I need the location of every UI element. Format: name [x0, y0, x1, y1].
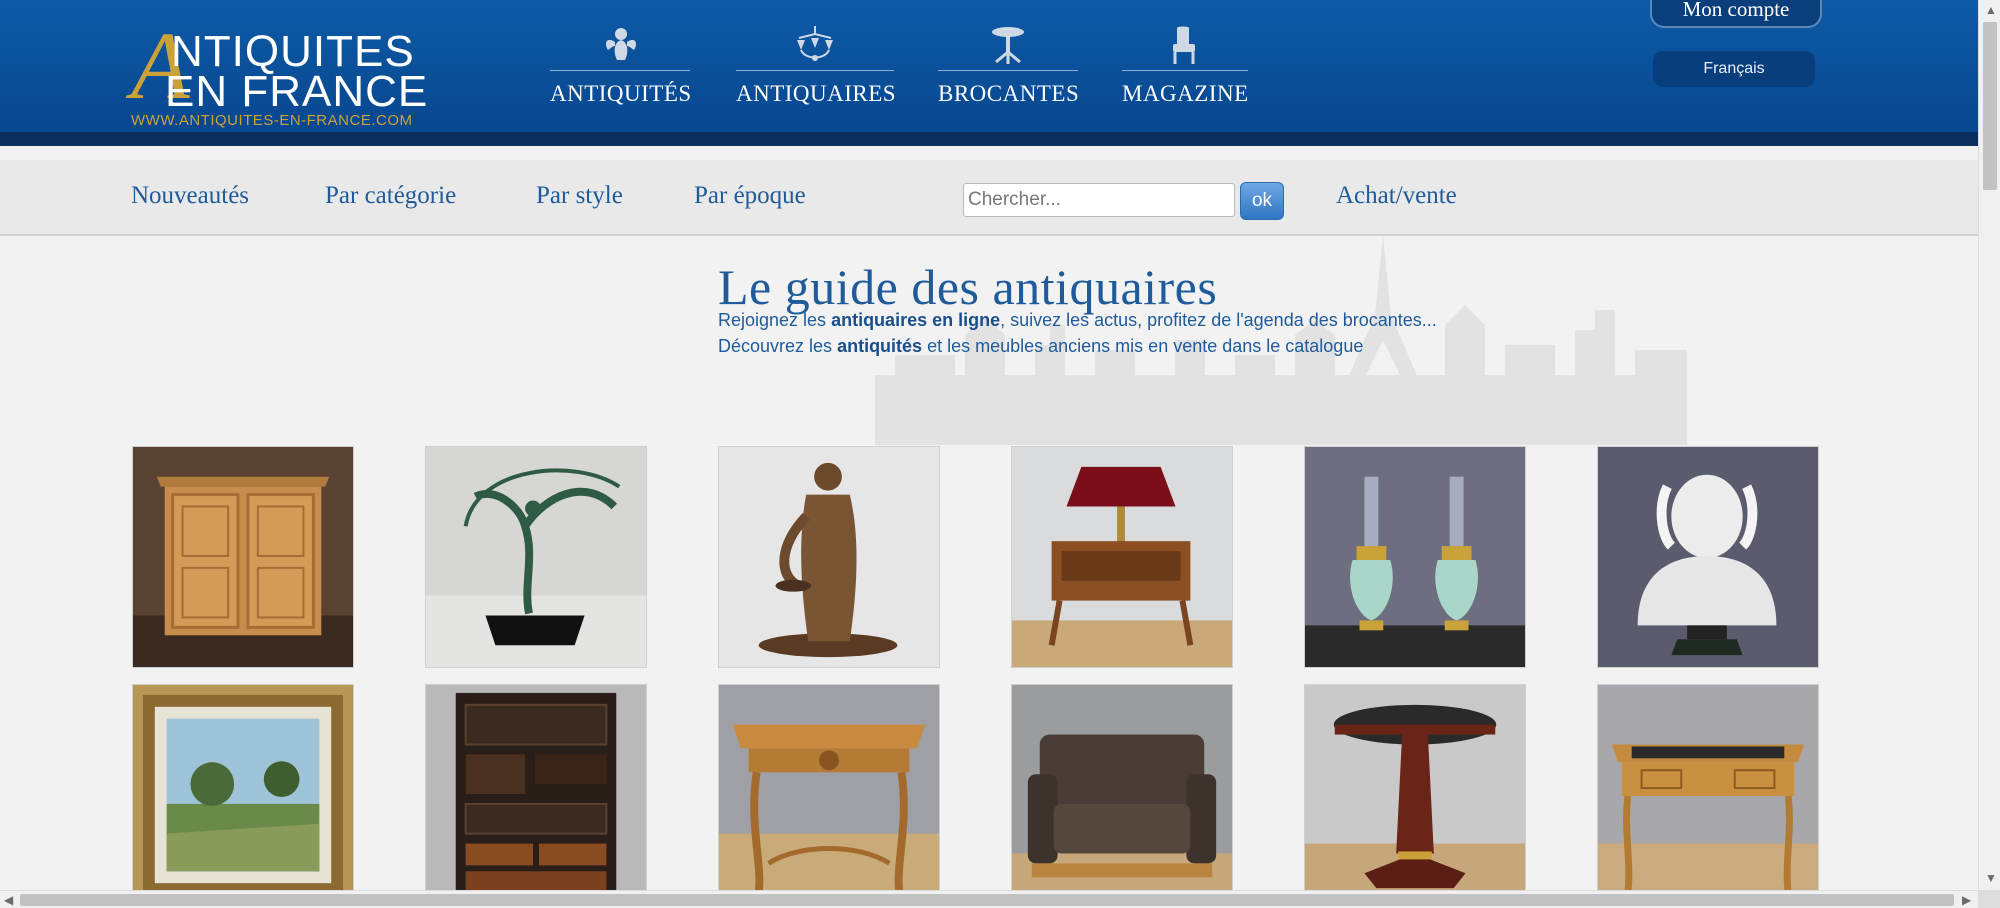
site-header: A NTIQUITES EN FRANCE WWW.ANTIQUITES-EN-… [0, 0, 1978, 146]
hero-intro-line-1: Rejoignez les antiquaires en ligne, suiv… [718, 310, 1437, 330]
vertical-scrollbar[interactable]: ▲ ▼ [1978, 0, 2000, 890]
page-title: Le guide des antiquaires [718, 259, 1218, 315]
oil-lamps-image [1305, 447, 1525, 667]
sofa-image [1012, 685, 1232, 905]
hero-intro-line-2: Découvrez les antiquités et les meubles … [718, 336, 1364, 356]
nav-antiquaires[interactable]: ANTIQUAIRES [736, 24, 897, 114]
cherub-icon [606, 28, 636, 60]
product-tile-leather-sofa[interactable] [1011, 684, 1233, 906]
link-par-categorie[interactable]: Par catégorie [325, 182, 456, 210]
painting-image [133, 685, 353, 905]
armoire-image [133, 447, 353, 667]
side-table-image [719, 685, 939, 905]
nav-label: ANTIQUAIRES [736, 81, 897, 106]
logo-url: WWW.ANTIQUITES-EN-FRANCE.COM [131, 112, 413, 129]
link-antiquaires-en-ligne[interactable]: antiquaires en ligne [831, 310, 1000, 330]
dancer-statue-image [426, 447, 646, 667]
product-tile-landscape-painting[interactable] [132, 684, 354, 906]
search-button[interactable]: ok [1240, 182, 1284, 220]
site-logo[interactable]: A NTIQUITES EN FRANCE WWW.ANTIQUITES-EN-… [131, 18, 451, 132]
cabinet-image [426, 685, 646, 905]
link-achat-vente[interactable]: Achat/vente [1336, 182, 1457, 210]
marble-bust-image [1598, 447, 1818, 667]
writing-desk-image [1598, 685, 1818, 905]
product-tile-wooden-armoire[interactable] [132, 446, 354, 668]
product-tile-lacquer-cabinet[interactable] [425, 684, 647, 906]
nav-magazine[interactable]: MAGAZINE [1122, 24, 1248, 114]
scroll-right-arrow-icon[interactable]: ▶ [1962, 894, 1971, 906]
language-selector[interactable]: Français [1653, 51, 1815, 87]
nav-label: ANTIQUITÉS [550, 81, 692, 106]
product-tile-bouillotte-lamp-desk[interactable] [1011, 446, 1233, 668]
vertical-scroll-thumb[interactable] [1983, 22, 1997, 190]
horizontal-scroll-thumb[interactable] [20, 894, 1954, 906]
product-tile-carved-side-table[interactable] [718, 684, 940, 906]
product-tile-bronze-dancer[interactable] [425, 446, 647, 668]
horizontal-scrollbar[interactable]: ◀ ▶ [0, 890, 1978, 908]
product-tile-bronze-figure[interactable] [718, 446, 940, 668]
product-tile-oil-lamps[interactable] [1304, 446, 1526, 668]
nav-label: BROCANTES [938, 81, 1080, 106]
account-button[interactable]: Mon compte [1650, 0, 1822, 28]
scroll-up-arrow-icon[interactable]: ▲ [1985, 4, 1997, 16]
logo-line-2: EN FRANCE [165, 67, 429, 116]
link-nouveautes[interactable]: Nouveautés [131, 182, 249, 210]
lamp-desk-image [1012, 447, 1232, 667]
link-par-style[interactable]: Par style [536, 182, 623, 210]
chandelier-icon [797, 26, 833, 61]
nav-antiquites[interactable]: ANTIQUITÉS [550, 24, 692, 114]
armchair-icon [1173, 26, 1195, 64]
bronze-figure-image [719, 447, 939, 667]
product-tile-marble-bust[interactable] [1597, 446, 1819, 668]
pedestal-table-image [1305, 685, 1525, 905]
scroll-down-arrow-icon[interactable]: ▼ [1985, 872, 1997, 884]
search-input[interactable] [963, 183, 1235, 217]
link-antiquites[interactable]: antiquités [837, 336, 922, 356]
product-tile-pedestal-table[interactable] [1304, 684, 1526, 906]
nav-brocantes[interactable]: BROCANTES [938, 24, 1080, 114]
scroll-left-arrow-icon[interactable]: ◀ [4, 894, 13, 906]
pedestal-table-icon [992, 27, 1024, 64]
scrollbar-corner [1978, 890, 2000, 908]
nav-label: MAGAZINE [1122, 81, 1249, 106]
product-tile-writing-desk[interactable] [1597, 684, 1819, 906]
link-par-epoque[interactable]: Par époque [694, 182, 806, 210]
